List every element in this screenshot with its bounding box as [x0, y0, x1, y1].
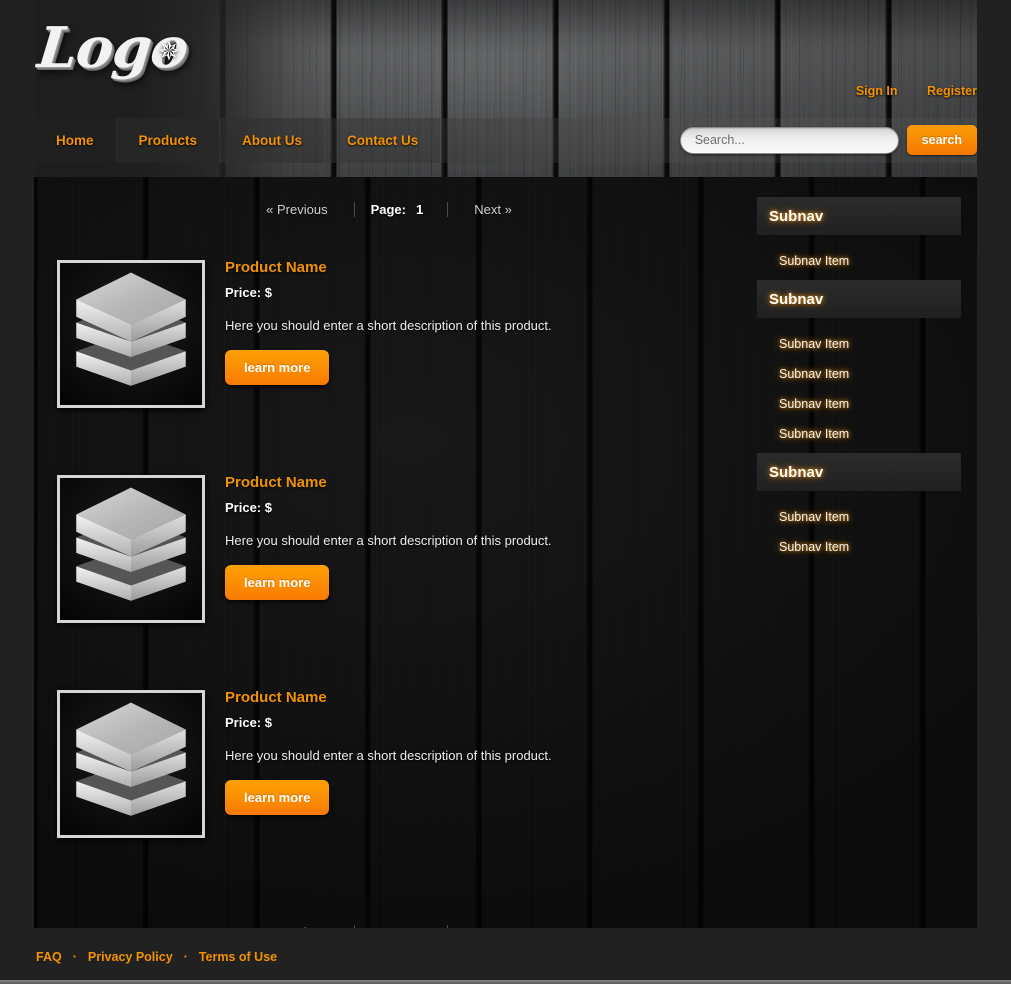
product-image[interactable]	[57, 690, 205, 838]
account-links: Sign In Register	[830, 84, 977, 98]
site-header: Logo ✵ Sign In Register Home Products Ab…	[0, 0, 1011, 177]
star-icon: ✵	[158, 36, 180, 66]
product-card: Product Name Price: $ Here you should en…	[34, 247, 744, 462]
subnav-group: Subnav Subnav Item Subnav Item	[757, 453, 961, 562]
footer-link-faq[interactable]: FAQ	[36, 950, 62, 964]
learn-more-button[interactable]: learn more	[225, 565, 330, 600]
product-title[interactable]: Product Name	[225, 474, 744, 491]
footer-bottom-rule	[0, 980, 1011, 984]
page-root: Logo ✵ Sign In Register Home Products Ab…	[0, 0, 1011, 984]
footer-link-privacy-policy[interactable]: Privacy Policy	[88, 950, 173, 964]
product-image[interactable]	[57, 475, 205, 623]
product-info: Product Name Price: $ Here you should en…	[225, 689, 744, 815]
footer-link-terms-of-use[interactable]: Terms of Use	[199, 950, 277, 964]
nav-item-home[interactable]: Home	[34, 118, 117, 163]
subnav-item[interactable]: Subnav Item	[757, 329, 961, 359]
pager-divider	[447, 201, 449, 217]
product-info: Product Name Price: $ Here you should en…	[225, 259, 744, 385]
sidebar: Subnav Subnav Item Subnav Subnav Item Su…	[757, 197, 961, 562]
stacked-layers-icon	[60, 263, 202, 405]
next-page-link[interactable]: Next »	[460, 202, 526, 217]
nav-item-products[interactable]: Products	[116, 118, 221, 163]
product-info: Product Name Price: $ Here you should en…	[225, 474, 744, 600]
subnav-item[interactable]: Subnav Item	[757, 532, 961, 562]
footer-links: FAQ · Privacy Policy · Terms of Use	[36, 950, 277, 964]
footer-separator: ·	[183, 950, 188, 964]
stacked-layers-icon	[60, 693, 202, 835]
learn-more-button[interactable]: learn more	[225, 780, 330, 815]
site-logo[interactable]: Logo ✵	[35, 15, 191, 81]
site-footer: FAQ · Privacy Policy · Terms of Use	[0, 928, 1011, 984]
subnav-item[interactable]: Subnav Item	[757, 246, 961, 276]
product-price: Price: $	[225, 715, 272, 730]
page-label: Page:	[370, 201, 406, 217]
nav-items: Home Products About Us Contact Us	[34, 118, 442, 163]
subnav-heading[interactable]: Subnav	[757, 453, 961, 491]
subnav-heading[interactable]: Subnav	[757, 197, 961, 235]
subnav-item[interactable]: Subnav Item	[757, 359, 961, 389]
search-input[interactable]	[679, 126, 899, 154]
product-card: Product Name Price: $ Here you should en…	[34, 677, 744, 892]
sign-in-link[interactable]: Sign In	[856, 84, 898, 98]
product-description: Here you should enter a short descriptio…	[225, 533, 552, 548]
nav-item-about-us[interactable]: About Us	[220, 118, 326, 163]
product-title[interactable]: Product Name	[225, 689, 744, 706]
subnav-group: Subnav Subnav Item Subnav Item Subnav It…	[757, 280, 961, 449]
header-right-margin	[977, 0, 1011, 177]
subnav-item[interactable]: Subnav Item	[757, 502, 961, 532]
previous-page-link[interactable]: « Previous	[252, 202, 341, 217]
product-title[interactable]: Product Name	[225, 259, 744, 276]
product-price: Price: $	[225, 285, 272, 300]
nav-item-contact-us[interactable]: Contact Us	[325, 118, 442, 163]
product-description: Here you should enter a short descriptio…	[225, 748, 552, 763]
main-navigation: Home Products About Us Contact Us search	[34, 118, 977, 163]
search-box: search	[679, 125, 977, 155]
pagination-bottom: « Previous Page: 1 Next »	[34, 921, 744, 928]
stacked-layers-icon	[60, 478, 202, 620]
search-button[interactable]: search	[906, 125, 977, 155]
product-description: Here you should enter a short descriptio…	[225, 318, 552, 333]
footer-separator: ·	[72, 950, 77, 964]
subnav-item[interactable]: Subnav Item	[757, 419, 961, 449]
product-listing: « Previous Page: 1 Next » Product Name P…	[34, 177, 744, 928]
current-page-number: 1	[416, 201, 424, 217]
register-link[interactable]: Register	[927, 84, 977, 98]
product-price: Price: $	[225, 500, 272, 515]
product-card: Product Name Price: $ Here you should en…	[34, 462, 744, 677]
pager-divider	[353, 201, 355, 217]
subnav-group: Subnav Subnav Item	[757, 197, 961, 276]
product-image[interactable]	[57, 260, 205, 408]
pagination-top: « Previous Page: 1 Next »	[34, 198, 744, 220]
subnav-heading[interactable]: Subnav	[757, 280, 961, 318]
header-left-margin	[0, 0, 35, 177]
learn-more-button[interactable]: learn more	[225, 350, 330, 385]
content-area: « Previous Page: 1 Next » Product Name P…	[34, 177, 977, 928]
subnav-item[interactable]: Subnav Item	[757, 389, 961, 419]
